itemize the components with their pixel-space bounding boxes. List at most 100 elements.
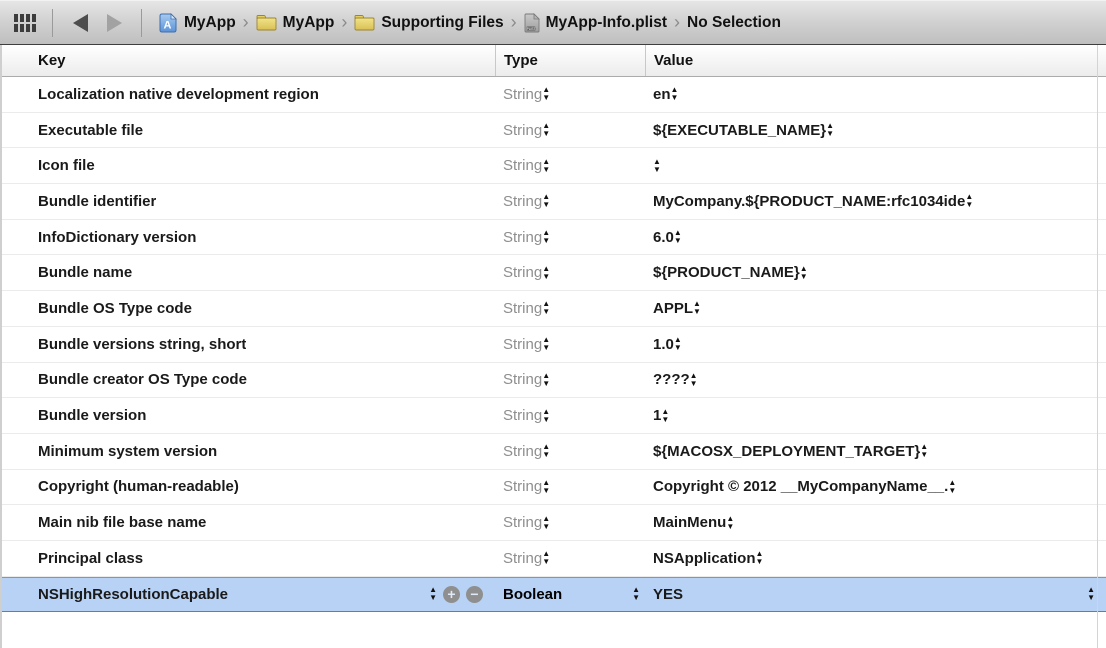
- column-header-key[interactable]: Key: [2, 45, 495, 76]
- row-type[interactable]: String: [503, 264, 542, 281]
- table-row[interactable]: Localization native development region ▲…: [2, 77, 1106, 113]
- value-stepper[interactable]: ▲ ▼: [826, 122, 834, 138]
- row-key[interactable]: Bundle name: [38, 264, 132, 281]
- breadcrumb-item-supporting-files[interactable]: Supporting Files: [354, 14, 503, 32]
- row-key[interactable]: Bundle versions string, short: [38, 336, 246, 353]
- value-stepper[interactable]: ▲ ▼: [756, 550, 764, 566]
- type-stepper[interactable]: ▲ ▼: [542, 336, 550, 352]
- value-stepper[interactable]: ▲ ▼: [965, 193, 973, 209]
- row-key[interactable]: NSHighResolutionCapable: [38, 586, 228, 603]
- row-value[interactable]: ${EXECUTABLE_NAME}: [653, 122, 826, 139]
- type-stepper[interactable]: ▲ ▼: [542, 443, 550, 459]
- type-stepper[interactable]: ▲ ▼: [542, 300, 550, 316]
- table-row[interactable]: Bundle OS Type code ▲ ▼ + − String ▲ ▼ A…: [2, 291, 1106, 327]
- row-key[interactable]: Principal class: [38, 550, 143, 567]
- value-stepper[interactable]: ▲ ▼: [948, 479, 956, 495]
- table-row[interactable]: Bundle identifier ▲ ▼ + − String ▲ ▼ MyC…: [2, 184, 1106, 220]
- value-stepper[interactable]: ▲ ▼: [1087, 586, 1097, 602]
- type-stepper[interactable]: ▲ ▼: [542, 550, 550, 566]
- row-type[interactable]: String: [503, 157, 542, 174]
- type-stepper[interactable]: ▲ ▼: [542, 229, 550, 245]
- row-type[interactable]: String: [503, 550, 542, 567]
- type-stepper[interactable]: ▲ ▼: [632, 586, 645, 602]
- row-key[interactable]: Bundle OS Type code: [38, 300, 192, 317]
- row-value[interactable]: APPL: [653, 300, 693, 317]
- value-stepper[interactable]: ▲ ▼: [671, 86, 679, 102]
- type-stepper[interactable]: ▲ ▼: [542, 372, 550, 388]
- table-row[interactable]: NSHighResolutionCapable ▲ ▼ + − Boolean …: [2, 577, 1106, 613]
- type-stepper[interactable]: ▲ ▼: [542, 86, 550, 102]
- row-key[interactable]: Bundle version: [38, 407, 146, 424]
- row-type[interactable]: Boolean: [503, 586, 562, 603]
- row-key[interactable]: InfoDictionary version: [38, 229, 196, 246]
- back-button[interactable]: [63, 9, 97, 37]
- row-value[interactable]: MainMenu: [653, 514, 726, 531]
- column-header-value[interactable]: Value: [645, 45, 1106, 76]
- row-value[interactable]: en: [653, 86, 671, 103]
- table-row[interactable]: InfoDictionary version ▲ ▼ + − String ▲ …: [2, 220, 1106, 256]
- row-key[interactable]: Bundle identifier: [38, 193, 156, 210]
- table-row[interactable]: Main nib file base name ▲ ▼ + − String ▲…: [2, 505, 1106, 541]
- row-value[interactable]: NSApplication: [653, 550, 756, 567]
- type-stepper[interactable]: ▲ ▼: [542, 408, 550, 424]
- type-stepper[interactable]: ▲ ▼: [542, 158, 550, 174]
- row-value[interactable]: ${MACOSX_DEPLOYMENT_TARGET}: [653, 443, 920, 460]
- related-items-icon[interactable]: [12, 13, 42, 33]
- table-row[interactable]: Copyright (human-readable) ▲ ▼ + − Strin…: [2, 470, 1106, 506]
- breadcrumb-item-plist-file[interactable]: PLIST MyApp-Info.plist: [524, 13, 667, 33]
- row-value[interactable]: MyCompany.${PRODUCT_NAME:rfc1034ide: [653, 193, 965, 210]
- table-row[interactable]: Bundle name ▲ ▼ + − String ▲ ▼ ${PRODUCT…: [2, 255, 1106, 291]
- row-key[interactable]: Icon file: [38, 157, 95, 174]
- value-stepper[interactable]: ▲ ▼: [800, 265, 808, 281]
- row-value[interactable]: ${PRODUCT_NAME}: [653, 264, 800, 281]
- value-stepper[interactable]: ▲ ▼: [674, 336, 682, 352]
- row-type[interactable]: String: [503, 86, 542, 103]
- type-stepper[interactable]: ▲ ▼: [542, 515, 550, 531]
- row-key[interactable]: Copyright (human-readable): [38, 478, 239, 495]
- value-stepper[interactable]: ▲ ▼: [653, 158, 661, 174]
- row-type[interactable]: String: [503, 122, 542, 139]
- table-row[interactable]: Minimum system version ▲ ▼ + − String ▲ …: [2, 434, 1106, 470]
- forward-button[interactable]: [97, 9, 131, 37]
- row-type[interactable]: String: [503, 514, 542, 531]
- table-row[interactable]: Icon file ▲ ▼ + − String ▲ ▼ ▲ ▼: [2, 148, 1106, 184]
- remove-row-button[interactable]: −: [466, 586, 483, 603]
- value-stepper[interactable]: ▲ ▼: [690, 372, 698, 388]
- row-value[interactable]: ????: [653, 371, 690, 388]
- table-row[interactable]: Bundle version ▲ ▼ + − String ▲ ▼ 1 ▲ ▼: [2, 398, 1106, 434]
- row-type[interactable]: String: [503, 336, 542, 353]
- type-stepper[interactable]: ▲ ▼: [542, 193, 550, 209]
- value-stepper[interactable]: ▲ ▼: [674, 229, 682, 245]
- row-key[interactable]: Bundle creator OS Type code: [38, 371, 247, 388]
- row-key[interactable]: Localization native development region: [38, 86, 319, 103]
- type-stepper[interactable]: ▲ ▼: [542, 265, 550, 281]
- row-value[interactable]: Copyright © 2012 __MyCompanyName__.: [653, 478, 948, 495]
- row-type[interactable]: String: [503, 229, 542, 246]
- breadcrumb-item-project[interactable]: A MyApp: [158, 13, 236, 33]
- type-stepper[interactable]: ▲ ▼: [542, 122, 550, 138]
- table-row[interactable]: Principal class ▲ ▼ + − String ▲ ▼ NSApp…: [2, 541, 1106, 577]
- row-type[interactable]: String: [503, 371, 542, 388]
- breadcrumb-item-no-selection[interactable]: No Selection: [687, 14, 781, 32]
- row-value[interactable]: 1.0: [653, 336, 674, 353]
- row-type[interactable]: String: [503, 300, 542, 317]
- table-row[interactable]: Bundle versions string, short ▲ ▼ + − St…: [2, 327, 1106, 363]
- column-header-type[interactable]: Type: [495, 45, 645, 76]
- row-type[interactable]: String: [503, 478, 542, 495]
- row-key[interactable]: Executable file: [38, 122, 143, 139]
- key-stepper[interactable]: ▲ ▼: [429, 586, 437, 602]
- value-stepper[interactable]: ▲ ▼: [661, 408, 669, 424]
- row-type[interactable]: String: [503, 407, 542, 424]
- table-row[interactable]: Bundle creator OS Type code ▲ ▼ + − Stri…: [2, 363, 1106, 399]
- breadcrumb-item-group[interactable]: MyApp: [256, 14, 335, 32]
- value-stepper[interactable]: ▲ ▼: [920, 443, 928, 459]
- type-stepper[interactable]: ▲ ▼: [542, 479, 550, 495]
- row-key[interactable]: Minimum system version: [38, 443, 217, 460]
- row-type[interactable]: String: [503, 443, 542, 460]
- row-key[interactable]: Main nib file base name: [38, 514, 206, 531]
- row-value[interactable]: YES: [653, 586, 683, 603]
- value-stepper[interactable]: ▲ ▼: [693, 300, 701, 316]
- add-row-button[interactable]: +: [443, 586, 460, 603]
- value-stepper[interactable]: ▲ ▼: [726, 515, 734, 531]
- row-value[interactable]: 1: [653, 407, 661, 424]
